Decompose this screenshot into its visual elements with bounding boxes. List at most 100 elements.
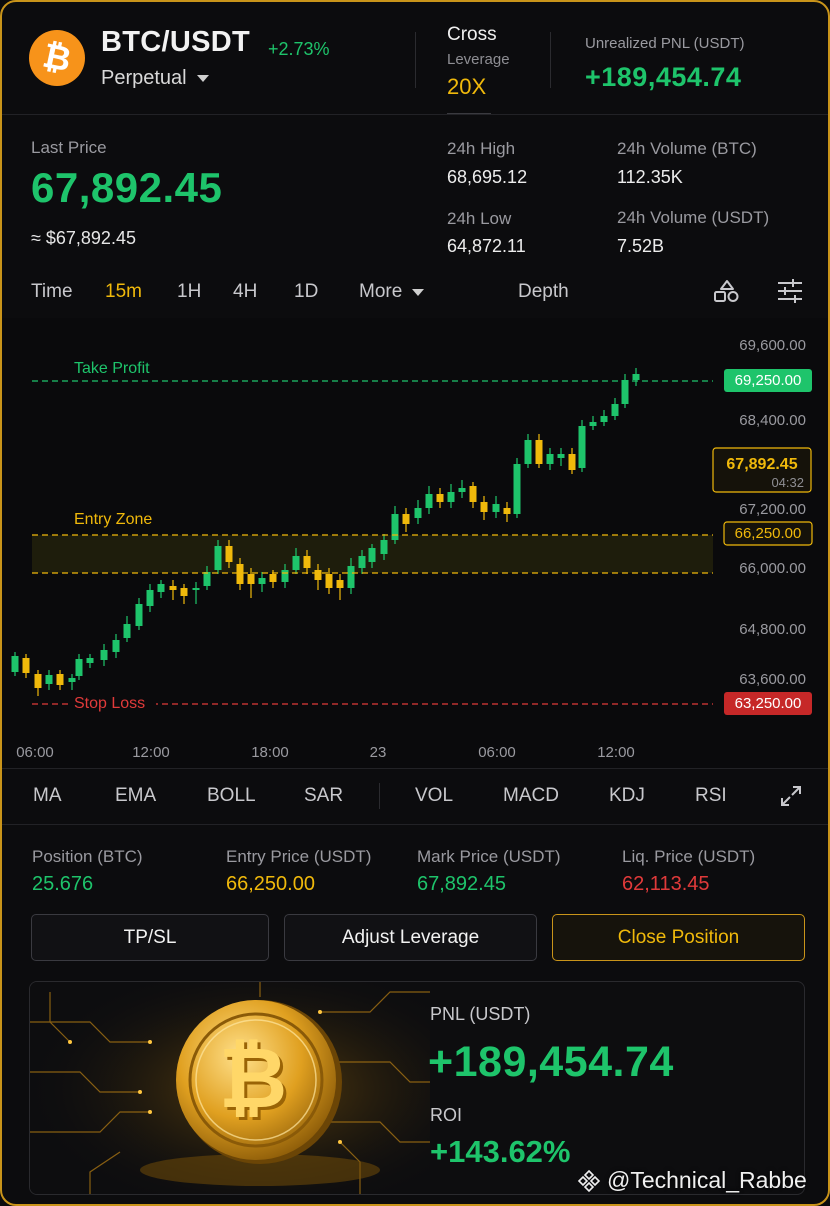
candle-body <box>578 426 586 468</box>
watermark-text: @Technical_Rabbe <box>607 1167 807 1193</box>
last-price-label: Last Price <box>31 138 107 157</box>
tab-4h[interactable]: 4H <box>233 281 257 303</box>
indicator-ema[interactable]: EMA <box>115 785 156 807</box>
tab-15m[interactable]: 15m <box>105 281 142 303</box>
candle-body <box>589 422 597 426</box>
stop-loss-price: 63,250.00 <box>735 695 802 712</box>
tab-time[interactable]: Time <box>31 281 73 303</box>
roi-label: ROI <box>430 1105 463 1125</box>
divider <box>415 32 416 88</box>
divider <box>2 114 828 115</box>
contract-type-selector[interactable]: Perpetual <box>101 67 209 90</box>
candle-body <box>146 590 154 606</box>
pnl-card: ₿ ₿ PNL (USDT) +189,454.74 ROI +143.62% <box>29 981 805 1195</box>
liq-price-value: 62,113.45 <box>622 873 710 895</box>
candle-body <box>180 588 188 596</box>
binance-logo-icon <box>577 1169 601 1192</box>
bitcoin-logo-icon: ₿ <box>29 30 85 86</box>
volume-btc-value: 112.35K <box>617 167 683 187</box>
indicator-vol[interactable]: VOL <box>415 785 453 807</box>
tab-1d[interactable]: 1D <box>294 281 318 303</box>
expand-icon[interactable] <box>779 784 803 808</box>
unrealized-pnl-value: +189,454.74 <box>585 62 742 92</box>
candle-body <box>11 656 19 672</box>
take-profit-price: 69,250.00 <box>735 372 802 389</box>
tab-more[interactable]: More <box>359 281 425 303</box>
candle-body <box>112 640 120 652</box>
liq-price-label: Liq. Price (USDT) <box>622 847 756 866</box>
leverage-label: Leverage <box>447 51 510 68</box>
indicator-rsi[interactable]: RSI <box>695 785 727 807</box>
candle-body <box>358 556 366 568</box>
y-tick: 69,600.00 <box>739 337 806 354</box>
candle-body <box>123 624 131 638</box>
candle-body <box>86 658 94 663</box>
pnl-label: PNL (USDT) <box>430 1004 531 1024</box>
y-tick: 68,400.00 <box>739 412 806 429</box>
entry-price-value: 66,250.00 <box>226 873 315 895</box>
indicator-macd[interactable]: MACD <box>503 785 559 807</box>
candle-body <box>391 514 399 540</box>
candle-body <box>22 658 30 673</box>
volume-btc-label: 24h Volume (BTC) <box>617 139 757 158</box>
tab-1h[interactable]: 1H <box>177 281 201 303</box>
high-value: 68,695.12 <box>447 167 528 187</box>
candle-body <box>557 454 565 458</box>
chart-style-icon[interactable] <box>713 278 741 304</box>
divider <box>2 824 828 825</box>
candle-body <box>292 556 300 570</box>
candle-body <box>56 674 64 685</box>
low-label: 24h Low <box>447 209 512 228</box>
contract-type-label: Perpetual <box>101 67 187 89</box>
margin-mode[interactable]: Cross <box>447 24 497 46</box>
x-tick: 23 <box>370 744 387 761</box>
divider <box>550 32 551 88</box>
candle-body <box>225 546 233 562</box>
divider <box>379 783 380 809</box>
price-chart[interactable]: Take Profit Entry Zone Stop Loss 69,600.… <box>2 318 830 768</box>
candle-body <box>303 556 311 568</box>
chart-settings-icon[interactable] <box>776 278 804 304</box>
trading-panel: ₿ BTC/USDT +2.73% Perpetual Cross Levera… <box>0 0 830 1206</box>
tpsl-button[interactable]: TP/SL <box>31 914 269 961</box>
candle-body <box>100 650 108 660</box>
indicator-boll[interactable]: BOLL <box>207 785 256 807</box>
y-tick: 64,800.00 <box>739 621 806 638</box>
position-size-label: Position (BTC) <box>32 847 143 866</box>
volume-usdt-value: 7.52B <box>617 236 665 256</box>
candle-body <box>503 508 511 514</box>
entry-price: 66,250.00 <box>735 525 802 542</box>
bitcoin-coin-art: ₿ ₿ <box>30 982 430 1194</box>
candle-body <box>157 584 165 592</box>
candle-body <box>45 675 53 684</box>
pnl-value: +189,454.74 <box>428 1038 674 1086</box>
candle-body <box>192 588 200 590</box>
indicator-kdj[interactable]: KDJ <box>609 785 645 807</box>
roi-value: +143.62% <box>430 1134 571 1169</box>
y-tick: 66,000.00 <box>739 560 806 577</box>
candle-body <box>458 488 466 492</box>
candle-body <box>568 454 576 470</box>
candle-body <box>524 440 532 464</box>
high-label: 24h High <box>447 139 516 158</box>
price-change-percent: +2.73% <box>268 39 330 59</box>
x-tick: 12:00 <box>597 744 635 761</box>
usd-equivalent: ≈ $67,892.45 <box>31 228 136 248</box>
volume-usdt-label: 24h Volume (USDT) <box>617 208 770 227</box>
candle-body <box>281 570 289 582</box>
take-profit-label: Take Profit <box>74 360 150 377</box>
trading-pair[interactable]: BTC/USDT <box>101 26 250 59</box>
indicator-ma[interactable]: MA <box>33 785 62 807</box>
x-tick: 18:00 <box>251 744 289 761</box>
tab-depth[interactable]: Depth <box>518 281 569 303</box>
candle-body <box>34 674 42 688</box>
adjust-leverage-button[interactable]: Adjust Leverage <box>284 914 537 961</box>
candle-body <box>258 578 266 584</box>
indicator-sar[interactable]: SAR <box>304 785 343 807</box>
candle-body <box>380 540 388 554</box>
close-position-button[interactable]: Close Position <box>552 914 805 961</box>
stop-loss-label: Stop Loss <box>74 695 145 712</box>
candle-body <box>314 570 322 580</box>
divider <box>2 768 828 769</box>
leverage-value[interactable]: 20X <box>447 74 486 100</box>
